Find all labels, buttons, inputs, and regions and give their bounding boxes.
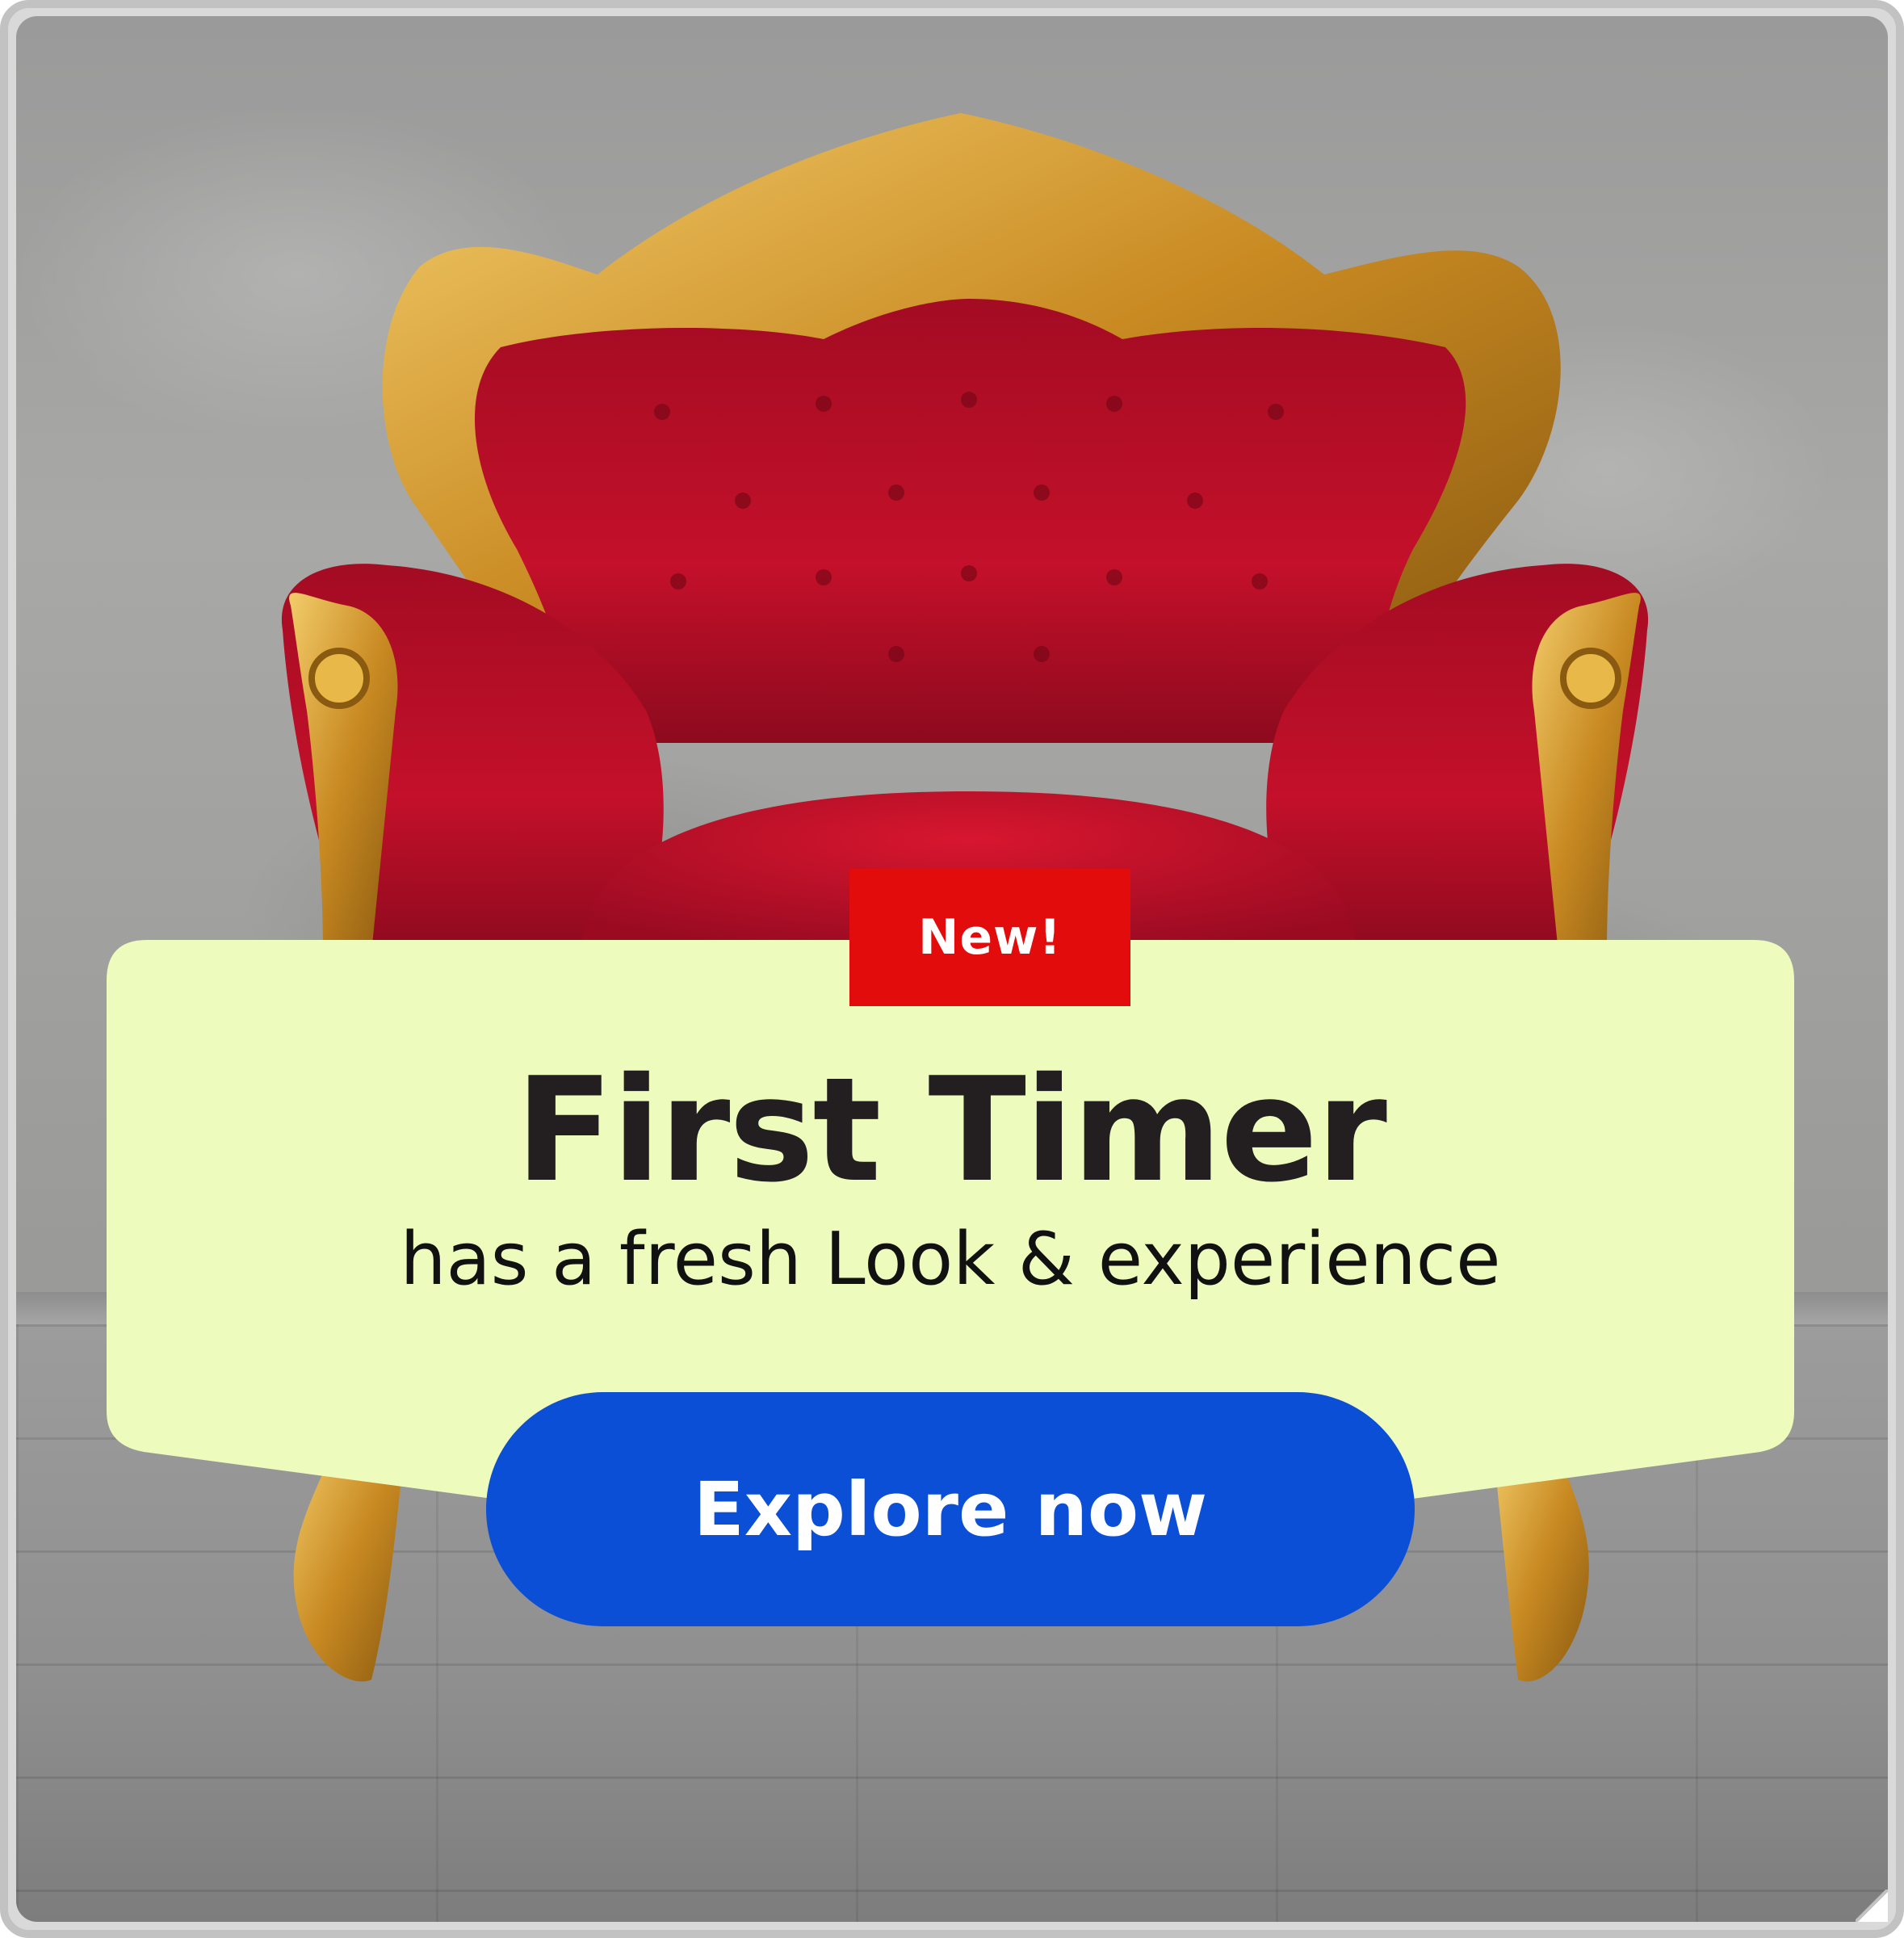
banner-title: First Timer (515, 1047, 1387, 1214)
new-badge: New! (849, 869, 1130, 1006)
banner-subtitle: has a fresh Look & experience (400, 1217, 1501, 1302)
explore-now-button[interactable]: Explore now (486, 1392, 1415, 1626)
